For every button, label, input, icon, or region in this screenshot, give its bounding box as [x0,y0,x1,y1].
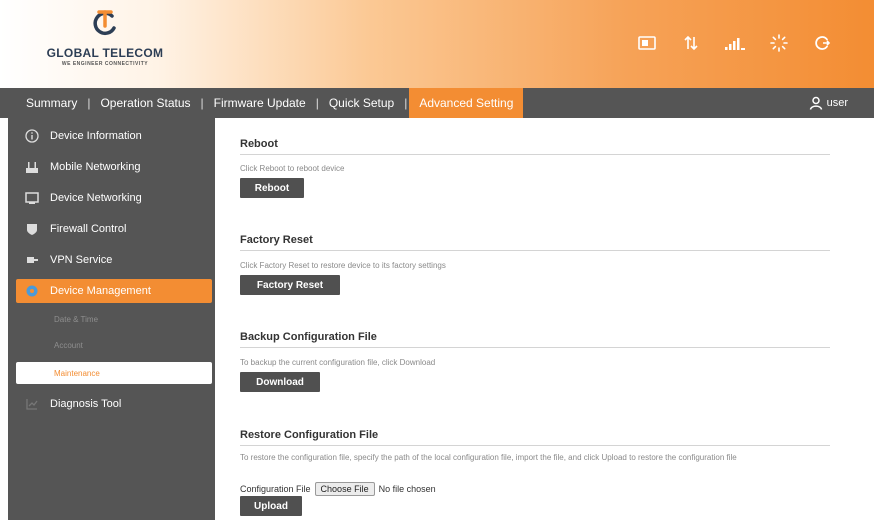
shield-icon [24,221,40,237]
file-status-text: No file chosen [378,484,436,494]
user-menu[interactable]: user [809,88,848,118]
app-header: GLOBAL TELECOM WE ENGINEER CONNECTIVITY [0,0,874,88]
configuration-file-label: Configuration File [240,484,311,494]
sidebar-item-label: Device Information [50,130,142,142]
nav-separator: | [404,96,408,110]
section-divider [240,347,830,348]
reboot-section-title: Reboot [240,138,278,150]
section-divider [240,445,830,446]
global-telecom-logo-icon [93,10,116,36]
section-divider [240,250,830,251]
brand-name: GLOBAL TELECOM [46,46,164,60]
factory-reset-description: Click Factory Reset to restore device to… [240,261,446,270]
sidebar-item-label: Firewall Control [50,223,127,235]
backup-description: To backup the current configuration file… [240,358,436,367]
sidebar: Device Information Mobile Networking Dev… [8,118,215,520]
tab-summary[interactable]: Summary [18,88,85,118]
sidebar-item-vpn-service[interactable]: VPN Service [16,248,212,272]
brand-logo: GLOBAL TELECOM WE ENGINEER CONNECTIVITY [30,8,180,80]
tab-firmware-update[interactable]: Firmware Update [206,88,314,118]
tab-advanced-setting[interactable]: Advanced Setting [409,88,524,118]
sidebar-item-firewall-control[interactable]: Firewall Control [16,217,212,241]
sidebar-item-label: Diagnosis Tool [50,398,122,410]
sidebar-subitem-date-time[interactable]: Date & Time [16,308,212,330]
nav-separator: | [87,96,91,110]
nav-separator: | [200,96,204,110]
info-icon [24,128,40,144]
brand-tagline: WE ENGINEER CONNECTIVITY [61,61,149,67]
reboot-description: Click Reboot to reboot device [240,164,345,173]
download-button[interactable]: Download [240,372,320,392]
sidebar-item-label: Device Management [50,285,151,297]
signal-strength-icon[interactable] [724,32,746,54]
backup-section-title: Backup Configuration File [240,331,377,343]
user-label: user [826,97,848,109]
sidebar-item-diagnosis-tool[interactable]: Diagnosis Tool [16,392,212,416]
factory-reset-section-title: Factory Reset [240,234,313,246]
nav-separator: | [315,96,319,110]
monitor-icon [24,190,40,206]
gear-icon [24,283,40,299]
reboot-button[interactable]: Reboot [240,178,304,198]
sidebar-item-device-networking[interactable]: Device Networking [16,186,212,210]
choose-file-button[interactable]: Choose File [314,482,375,496]
factory-reset-button[interactable]: Factory Reset [240,275,340,295]
main-content: Reboot Click Reboot to reboot device Reb… [240,118,832,520]
sidebar-item-mobile-networking[interactable]: Mobile Networking [16,155,212,179]
network-icon [24,159,40,175]
data-transfer-icon[interactable] [680,32,702,54]
section-divider [240,154,830,155]
top-nav: Summary | Operation Status | Firmware Up… [0,88,874,118]
restore-description: To restore the configuration file, speci… [240,453,737,462]
configuration-file-row: Configuration File Choose File No file c… [240,482,436,496]
vpn-icon [24,252,40,268]
restore-section-title: Restore Configuration File [240,429,379,441]
user-icon [809,96,822,110]
sidebar-item-label: Device Networking [50,192,142,204]
sidebar-item-device-management[interactable]: Device Management [16,279,212,303]
upload-button[interactable]: Upload [240,496,302,516]
chart-icon [24,396,40,412]
sidebar-item-label: Mobile Networking [50,161,141,173]
tab-operation-status[interactable]: Operation Status [92,88,198,118]
power-icon[interactable] [812,32,834,54]
nav-tabs: Summary | Operation Status | Firmware Up… [0,88,524,118]
tab-quick-setup[interactable]: Quick Setup [321,88,402,118]
sidebar-subitem-account[interactable]: Account [16,334,212,356]
sidebar-item-label: VPN Service [50,254,113,266]
sim-card-icon[interactable] [636,32,658,54]
sidebar-subitem-maintenance[interactable]: Maintenance [16,362,212,384]
status-icons [636,32,834,54]
sidebar-item-device-information[interactable]: Device Information [16,124,212,148]
wifi-sun-icon[interactable] [768,32,790,54]
